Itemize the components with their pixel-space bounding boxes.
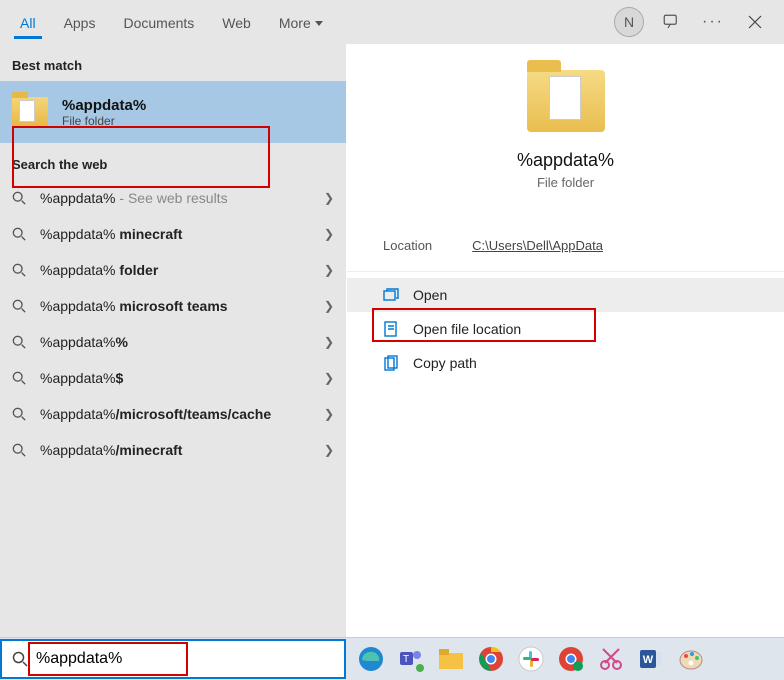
- chevron-right-icon: ❯: [324, 263, 334, 277]
- web-result-text: %appdata% minecraft: [40, 226, 312, 242]
- action-copy-path[interactable]: Copy path: [347, 346, 784, 380]
- chevron-right-icon: ❯: [324, 371, 334, 385]
- tab-apps[interactable]: Apps: [52, 5, 108, 39]
- search-icon: [12, 443, 28, 457]
- taskbar-search[interactable]: [0, 639, 346, 679]
- preview-header: %appdata% File folder: [347, 44, 784, 190]
- svg-text:T: T: [403, 654, 409, 665]
- teams-icon[interactable]: T: [396, 644, 426, 674]
- search-icon: [12, 299, 28, 313]
- tabset: All Apps Documents Web More: [8, 5, 335, 39]
- chevron-right-icon: ❯: [324, 299, 334, 313]
- tab-more-label: More: [279, 15, 311, 31]
- chevron-right-icon: ❯: [324, 227, 334, 241]
- search-web-label: Search the web: [0, 143, 346, 180]
- edge-icon[interactable]: [356, 644, 386, 674]
- tab-documents[interactable]: Documents: [111, 5, 206, 39]
- web-result-text: %appdata% folder: [40, 262, 312, 278]
- feedback-icon[interactable]: [650, 0, 692, 44]
- location-label: Location: [383, 238, 432, 253]
- best-match-subtitle: File folder: [62, 114, 146, 128]
- web-result-item[interactable]: %appdata%/microsoft/teams/cache ❯: [0, 396, 346, 432]
- web-result-item[interactable]: %appdata%% ❯: [0, 324, 346, 360]
- web-result-item[interactable]: %appdata% folder ❯: [0, 252, 346, 288]
- web-result-item[interactable]: %appdata% microsoft teams ❯: [0, 288, 346, 324]
- chevron-right-icon: ❯: [324, 191, 334, 205]
- folder-icon-large: [527, 70, 605, 132]
- preview-actions: Open Open file location Copy path: [347, 272, 784, 386]
- action-copy-path-label: Copy path: [413, 355, 477, 371]
- search-icon: [12, 335, 28, 349]
- search-icon: [12, 227, 28, 241]
- web-result-text: %appdata% microsoft teams: [40, 298, 312, 314]
- results-pane: Best match %appdata% File folder Search …: [0, 44, 346, 637]
- more-options-icon[interactable]: ···: [692, 0, 734, 44]
- location-link[interactable]: C:\Users\Dell\AppData: [472, 238, 603, 253]
- web-results-list: %appdata% - See web results❯%appdata% mi…: [0, 180, 346, 468]
- web-result-item[interactable]: %appdata% minecraft ❯: [0, 216, 346, 252]
- web-result-item[interactable]: %appdata%/minecraft ❯: [0, 432, 346, 468]
- folder-icon: [12, 97, 48, 127]
- search-input[interactable]: [36, 650, 334, 668]
- web-result-text: %appdata%$: [40, 370, 312, 386]
- chevron-right-icon: ❯: [324, 335, 334, 349]
- web-result-item[interactable]: %appdata%$ ❯: [0, 360, 346, 396]
- web-result-text: %appdata%/minecraft: [40, 442, 312, 458]
- chevron-down-icon: [315, 21, 323, 26]
- slack-icon[interactable]: [516, 644, 546, 674]
- best-match-label: Best match: [0, 44, 346, 81]
- web-result-text: %appdata%/microsoft/teams/cache: [40, 406, 312, 422]
- preview-pane: %appdata% File folder Location C:\Users\…: [346, 44, 784, 637]
- explorer-icon[interactable]: [436, 644, 466, 674]
- user-avatar[interactable]: N: [608, 0, 650, 44]
- word-icon[interactable]: W: [636, 644, 666, 674]
- close-icon[interactable]: [734, 0, 776, 44]
- best-match-text: %appdata% File folder: [62, 97, 146, 128]
- chrome-beta-icon[interactable]: [556, 644, 586, 674]
- chevron-right-icon: ❯: [324, 407, 334, 421]
- action-open-location-label: Open file location: [413, 321, 521, 337]
- action-open-location[interactable]: Open file location: [347, 312, 784, 346]
- search-icon: [12, 263, 28, 277]
- paint-icon[interactable]: [676, 644, 706, 674]
- svg-text:W: W: [643, 654, 654, 666]
- tab-more[interactable]: More: [267, 5, 335, 39]
- action-open[interactable]: Open: [347, 278, 784, 312]
- search-window: All Apps Documents Web More N ··· Best m…: [0, 0, 784, 638]
- open-location-icon: [383, 321, 399, 337]
- preview-subtitle: File folder: [537, 175, 594, 190]
- best-match-item[interactable]: %appdata% File folder: [0, 81, 346, 143]
- tab-web[interactable]: Web: [210, 5, 263, 39]
- content-columns: Best match %appdata% File folder Search …: [0, 44, 784, 637]
- tab-bar: All Apps Documents Web More N ···: [0, 0, 784, 44]
- best-match-title: %appdata%: [62, 97, 146, 114]
- web-result-text: %appdata%%: [40, 334, 312, 350]
- taskbar: T W: [0, 638, 784, 680]
- action-open-label: Open: [413, 287, 447, 303]
- snip-icon[interactable]: [596, 644, 626, 674]
- search-icon: [12, 191, 28, 205]
- chevron-right-icon: ❯: [324, 443, 334, 457]
- chrome-icon[interactable]: [476, 644, 506, 674]
- preview-title: %appdata%: [517, 150, 614, 171]
- copy-path-icon: [383, 355, 399, 371]
- web-result-item[interactable]: %appdata% - See web results ❯: [0, 180, 346, 216]
- web-result-text: %appdata% - See web results: [40, 190, 312, 206]
- preview-meta: Location C:\Users\Dell\AppData: [347, 208, 784, 272]
- taskbar-icons: T W: [346, 644, 706, 674]
- search-icon: [12, 371, 28, 385]
- search-icon: [12, 651, 28, 667]
- open-icon: [383, 288, 399, 302]
- avatar-circle: N: [614, 7, 644, 37]
- search-icon: [12, 407, 28, 421]
- tab-all[interactable]: All: [8, 5, 48, 39]
